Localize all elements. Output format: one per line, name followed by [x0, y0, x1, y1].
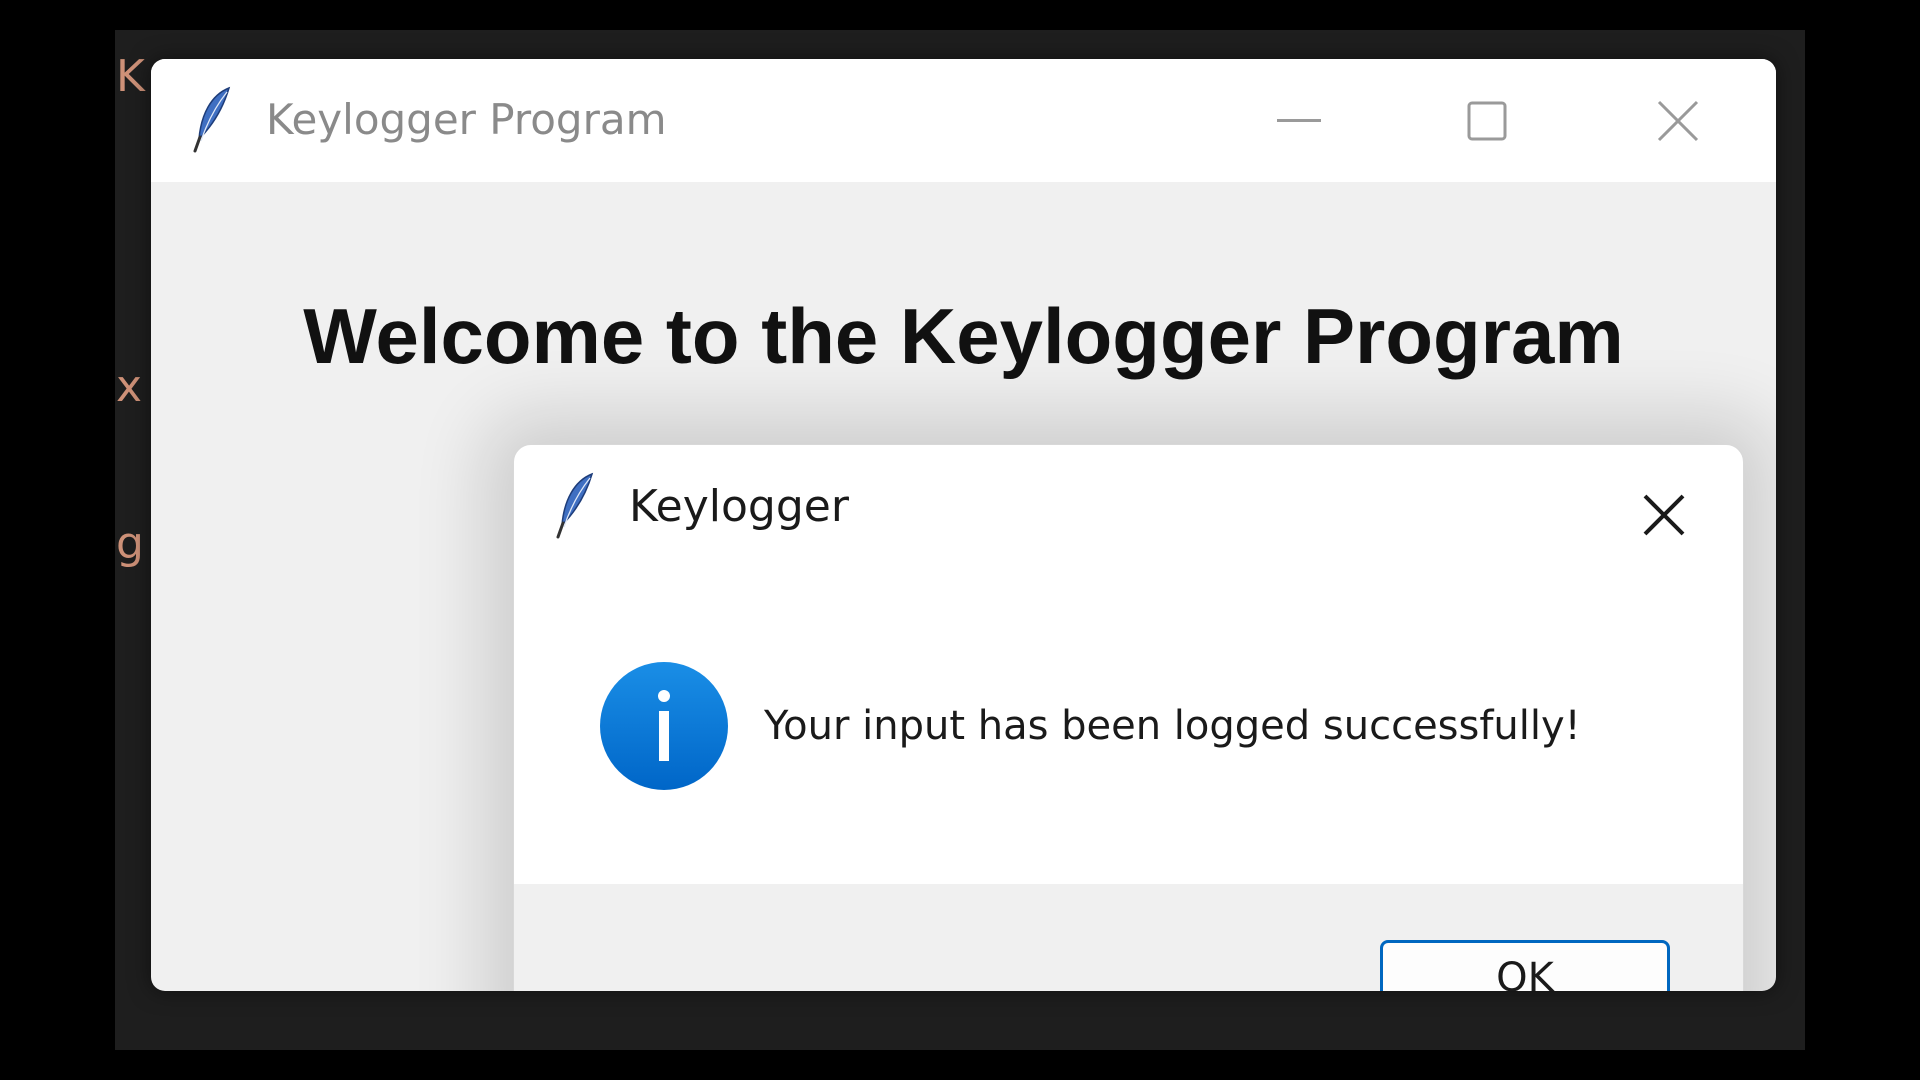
main-window: Keylogger Program Welcome to the Keylogg… — [151, 59, 1776, 991]
minimize-icon — [1277, 119, 1321, 122]
ok-button[interactable]: OK — [1380, 940, 1670, 991]
maximize-button[interactable] — [1437, 81, 1537, 161]
feather-icon — [556, 472, 594, 539]
close-icon — [1643, 494, 1685, 536]
main-titlebar[interactable]: Keylogger Program — [151, 59, 1776, 182]
editor-text-fragment: K — [116, 51, 145, 102]
info-icon — [600, 662, 728, 790]
message-dialog: Keylogger Your input has been logged suc… — [513, 444, 1744, 991]
editor-text-fragment: g — [116, 518, 144, 569]
welcome-heading: Welcome to the Keylogger Program — [303, 292, 1624, 380]
dialog-message: Your input has been logged successfully! — [764, 703, 1581, 749]
editor-text-fragment: x — [116, 361, 143, 412]
window-title: Keylogger Program — [266, 95, 667, 144]
dialog-close-button[interactable] — [1624, 475, 1704, 555]
feather-icon — [193, 86, 231, 153]
minimize-button[interactable] — [1249, 81, 1349, 161]
dialog-title: Keylogger — [629, 481, 849, 532]
maximize-icon — [1467, 101, 1507, 141]
dialog-footer: OK — [514, 884, 1743, 991]
close-button[interactable] — [1628, 81, 1728, 161]
close-icon — [1657, 100, 1699, 142]
